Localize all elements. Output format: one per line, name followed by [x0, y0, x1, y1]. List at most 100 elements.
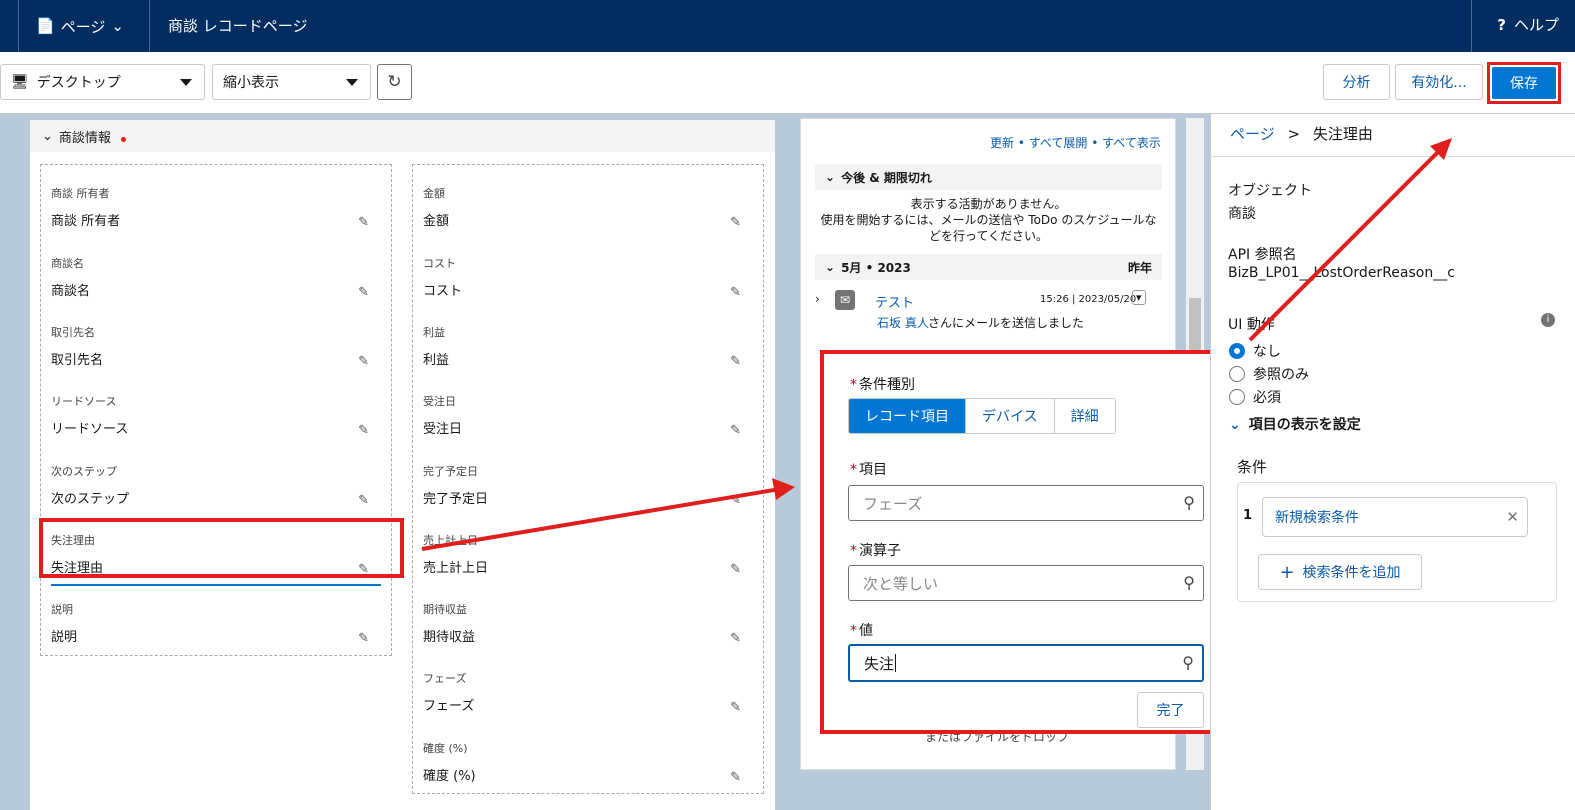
- field-probability[interactable]: 確度 (%) 確度 (%) ✎: [423, 730, 753, 794]
- plus-icon: +: [1279, 561, 1295, 583]
- field-owner[interactable]: 商談 所有者 商談 所有者 ✎: [51, 175, 381, 239]
- breadcrumb-separator: >: [1287, 125, 1301, 143]
- email-description: さんにメールを送信しました: [928, 316, 1085, 330]
- email-activity-item[interactable]: › ✉ テスト 15:26 | 2023/05/20 ▾ 石坂 真人 さんにメー…: [815, 288, 1162, 331]
- page-menu-button[interactable]: 📄 ページ ⌄: [18, 0, 148, 52]
- field-label: 期待収益: [423, 603, 467, 616]
- add-condition-button[interactable]: + 検索条件を追加: [1258, 554, 1422, 590]
- search-icon: ⚲: [1183, 573, 1195, 592]
- operator-search-input[interactable]: 次と等しい ⚲: [848, 565, 1204, 601]
- pencil-icon[interactable]: ✎: [730, 770, 741, 785]
- search-icon: ⚲: [1182, 653, 1194, 672]
- field-label: 完了予定日: [423, 465, 478, 478]
- chevron-right-icon[interactable]: ›: [815, 292, 820, 306]
- refresh-link[interactable]: 更新: [990, 136, 1014, 150]
- visibility-section-header[interactable]: ⌄ 項目の表示を設定: [1229, 414, 1361, 434]
- expand-all-link[interactable]: すべて展開: [1029, 136, 1088, 150]
- field-value: コスト: [423, 284, 463, 299]
- show-all-link[interactable]: すべて表示: [1102, 136, 1161, 150]
- field-value: 売上計上日: [423, 561, 489, 576]
- field-stage[interactable]: フェーズ フェーズ ✎: [423, 660, 753, 724]
- cond-type-record-field[interactable]: レコード項目: [849, 399, 966, 433]
- zoom-select-value: 縮小表示: [223, 75, 279, 91]
- month-header[interactable]: ⌄ 5月 • 2023 昨年: [815, 254, 1162, 280]
- upcoming-header[interactable]: ⌄ 今後 & 期限切れ: [815, 164, 1162, 190]
- pencil-icon[interactable]: ✎: [358, 285, 369, 300]
- field-cost[interactable]: コスト コスト ✎: [423, 245, 753, 309]
- field-order-date[interactable]: 受注日 受注日 ✎: [423, 383, 753, 447]
- pencil-icon[interactable]: ✎: [730, 700, 741, 715]
- done-button[interactable]: 完了: [1137, 692, 1204, 728]
- operator-label-text: 演算子: [859, 543, 901, 559]
- lost-reason-highlight: [39, 518, 404, 578]
- help-button[interactable]: ? ヘルプ: [1497, 14, 1559, 35]
- field-value: 商談名: [51, 284, 91, 299]
- cond-type-device[interactable]: デバイス: [966, 399, 1055, 433]
- new-condition-pill[interactable]: 新規検索条件 ✕: [1262, 497, 1528, 537]
- activate-button[interactable]: 有効化...: [1395, 64, 1483, 100]
- help-icon: ?: [1497, 15, 1506, 34]
- pencil-icon[interactable]: ✎: [358, 354, 369, 369]
- field-revenue-date[interactable]: 売上計上日 売上計上日 ✎: [423, 522, 753, 586]
- field-value: 受注日: [423, 422, 463, 437]
- field-value: フェーズ: [423, 699, 475, 714]
- field-label: 説明: [51, 603, 73, 616]
- field-value: 商談 所有者: [51, 214, 121, 229]
- page-menu-label: ページ: [60, 17, 106, 36]
- chevron-down-icon: ⌄: [1229, 417, 1241, 433]
- conditions-label: 条件: [1237, 458, 1268, 476]
- refresh-button[interactable]: ↻: [377, 64, 412, 100]
- pencil-icon[interactable]: ✎: [730, 562, 741, 577]
- dropdown-icon[interactable]: ▾: [1132, 290, 1146, 305]
- close-icon[interactable]: ✕: [1506, 508, 1519, 526]
- field-label: コスト: [423, 257, 456, 270]
- desktop-icon: 🖥: [11, 74, 29, 90]
- zoom-select[interactable]: 縮小表示: [212, 64, 371, 100]
- field-close-date[interactable]: 完了予定日 完了予定日 ✎: [423, 453, 753, 517]
- pencil-icon[interactable]: ✎: [358, 423, 369, 438]
- scrollbar-thumb[interactable]: [1189, 298, 1201, 358]
- field-expected-revenue[interactable]: 期待収益 期待収益 ✎: [423, 591, 753, 655]
- cond-type-advanced[interactable]: 詳細: [1055, 399, 1115, 433]
- breadcrumb-page[interactable]: ページ: [1230, 125, 1275, 143]
- field-label: 商談 所有者: [51, 187, 110, 200]
- field-value: 取引先名: [51, 353, 104, 368]
- last-year-label: 昨年: [1127, 260, 1152, 275]
- device-select[interactable]: 🖥 デスクトップ: [0, 64, 205, 100]
- pencil-icon[interactable]: ✎: [730, 631, 741, 646]
- email-subject-link[interactable]: テスト: [875, 292, 914, 311]
- field-label: 商談名: [51, 257, 84, 270]
- field-account[interactable]: 取引先名 取引先名 ✎: [51, 314, 381, 378]
- field-lead-source[interactable]: リードソース リードソース ✎: [51, 383, 381, 447]
- pencil-icon[interactable]: ✎: [358, 631, 369, 646]
- pencil-icon[interactable]: ✎: [730, 354, 741, 369]
- field-next-step[interactable]: 次のステップ 次のステップ ✎: [51, 453, 381, 517]
- email-sender-link[interactable]: 石坂 真人: [877, 314, 929, 331]
- ui-option-required[interactable]: 必須: [1229, 387, 1281, 407]
- month-title: 5月 • 2023: [841, 260, 911, 275]
- pencil-icon[interactable]: ✎: [358, 215, 369, 230]
- save-button[interactable]: 保存: [1492, 67, 1556, 99]
- field-opportunity-name[interactable]: 商談名 商談名 ✎: [51, 245, 381, 309]
- pencil-icon[interactable]: ✎: [730, 423, 741, 438]
- field-description[interactable]: 説明 説明 ✎: [51, 591, 381, 655]
- field-label: 確度 (%): [423, 742, 468, 755]
- value-input[interactable]: 失注 ⚲: [848, 644, 1204, 682]
- pencil-icon[interactable]: ✎: [730, 285, 741, 300]
- field-profit[interactable]: 利益 利益 ✎: [423, 314, 753, 378]
- field-label: 次のステップ: [51, 465, 117, 478]
- pencil-icon[interactable]: ✎: [730, 215, 741, 230]
- field-value: 期待収益: [423, 630, 476, 645]
- field-search-input[interactable]: フェーズ ⚲: [848, 485, 1204, 521]
- field-amount[interactable]: 金額 金額 ✎: [423, 175, 753, 239]
- section-header[interactable]: ⌄ 商談情報: [30, 120, 775, 152]
- ui-option-none[interactable]: なし: [1229, 341, 1281, 361]
- field-label: * 項目: [850, 462, 887, 478]
- field-column-left: 商談 所有者 商談 所有者 ✎ 商談名 商談名 ✎ 取引先名 取引先名 ✎ リードソース リー…: [40, 164, 392, 656]
- analyze-button[interactable]: 分析: [1323, 64, 1390, 100]
- help-label: ヘルプ: [1513, 16, 1559, 34]
- ui-option-readonly[interactable]: 参照のみ: [1229, 364, 1309, 384]
- pencil-icon[interactable]: ✎: [358, 493, 369, 508]
- pencil-icon[interactable]: ✎: [730, 493, 741, 508]
- info-icon[interactable]: i: [1541, 313, 1555, 327]
